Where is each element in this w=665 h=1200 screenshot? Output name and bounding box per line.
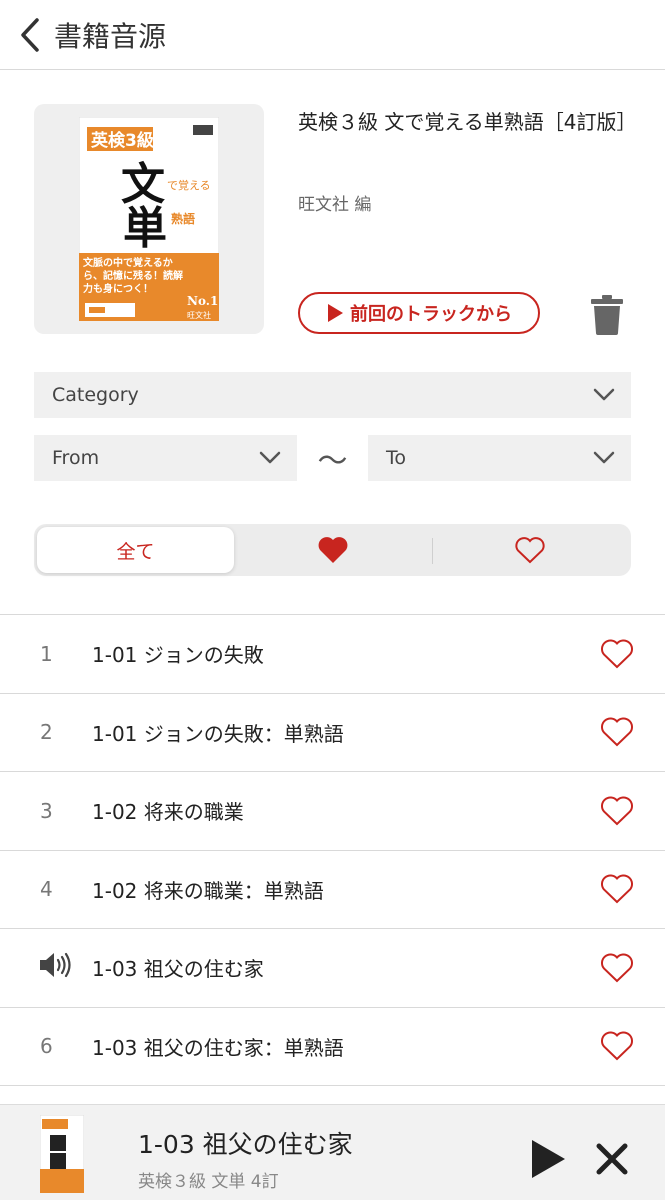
segment-all[interactable]: 全て xyxy=(37,527,234,573)
from-select[interactable]: From xyxy=(34,435,297,481)
back-button[interactable] xyxy=(8,13,52,57)
category-select[interactable]: Category xyxy=(34,372,631,418)
cover-blurb: 文脈の中で覚えるから、記憶に残る！読解力も身につく！ xyxy=(83,258,183,295)
track-title: 1-01 ジョンの失敗：単熟語 xyxy=(92,721,344,746)
category-select-label: Category xyxy=(52,384,139,406)
track-title: 1-03 祖父の住む家：単熟語 xyxy=(92,1035,344,1060)
track-number: 3 xyxy=(40,798,53,823)
track-title: 1-02 将来の職業：単熟語 xyxy=(92,878,324,903)
to-select-label: To xyxy=(386,447,407,469)
track-number: 4 xyxy=(40,877,53,902)
range-separator: ～ xyxy=(317,444,348,479)
close-player-button[interactable] xyxy=(592,1139,632,1179)
close-icon xyxy=(596,1143,628,1175)
heart-outline-icon xyxy=(514,537,545,564)
heart-outline-icon xyxy=(601,717,633,747)
book-author: 旺文社 編 xyxy=(298,195,372,215)
favorite-filter-segment: 全て xyxy=(34,524,631,576)
heart-outline-icon xyxy=(601,874,633,904)
delete-button[interactable] xyxy=(586,292,628,338)
play-icon xyxy=(532,1140,565,1178)
heart-filled-icon xyxy=(318,537,347,563)
chevron-left-icon xyxy=(21,17,39,52)
track-row[interactable]: 4 1-02 将来の職業：単熟語 xyxy=(0,851,665,929)
segment-favorites[interactable] xyxy=(234,527,431,573)
track-title: 1-02 将来の職業 xyxy=(92,800,244,825)
track-number: 6 xyxy=(40,1034,53,1059)
now-playing-subtitle: 英検３級 文単 4訂 xyxy=(138,1172,279,1192)
play-button[interactable] xyxy=(528,1137,568,1181)
track-row[interactable]: 3 1-02 将来の職業 xyxy=(0,772,665,851)
favorite-toggle[interactable] xyxy=(599,1028,635,1064)
trash-icon xyxy=(591,295,623,335)
book-cover: 英検3級 文 で覚える 単 熟語 文脈の中で覚えるから、記憶に残る！読解力も身に… xyxy=(34,104,264,334)
segment-divider xyxy=(432,538,433,564)
chevron-down-icon xyxy=(593,451,615,464)
chevron-down-icon xyxy=(593,388,615,401)
nav-header: 書籍音源 xyxy=(0,0,665,70)
cover-side-2: 熟語 xyxy=(171,211,195,226)
cover-publisher: 旺文社 xyxy=(187,310,211,320)
track-number xyxy=(0,951,92,984)
cover-big-2: 単 xyxy=(123,203,167,254)
now-playing-title: 1-03 祖父の住む家 xyxy=(138,1130,353,1159)
track-row-playing[interactable]: 1-03 祖父の住む家 xyxy=(0,929,665,1008)
favorite-toggle[interactable] xyxy=(599,793,635,829)
heart-outline-icon xyxy=(601,639,633,669)
heart-outline-icon xyxy=(601,1031,633,1061)
speaker-icon xyxy=(40,953,71,978)
chevron-down-icon xyxy=(259,451,281,464)
to-select[interactable]: To xyxy=(368,435,631,481)
track-list: 1 1-01 ジョンの失敗 2 1-01 ジョンの失敗：単熟語 3 1-02 将… xyxy=(0,614,665,1086)
segment-all-label: 全て xyxy=(116,540,155,563)
heart-outline-icon xyxy=(601,796,633,826)
play-icon xyxy=(328,304,343,322)
segment-non-favorites[interactable] xyxy=(431,527,628,573)
track-number: 1 xyxy=(40,641,53,666)
cover-top-label: 英検3級 xyxy=(91,130,154,151)
favorite-toggle[interactable] xyxy=(599,950,635,986)
player-cover-thumbnail xyxy=(40,1115,84,1193)
page-title: 書籍音源 xyxy=(54,19,167,53)
track-row[interactable]: 1 1-01 ジョンの失敗 xyxy=(0,615,665,694)
book-title: 英検３級 文で覚える単熟語［4訂版］ xyxy=(298,110,637,134)
resume-label: 前回のトラックから xyxy=(350,304,512,325)
track-title: 1-01 ジョンの失敗 xyxy=(92,643,264,668)
track-number: 2 xyxy=(40,720,53,745)
favorite-toggle[interactable] xyxy=(599,714,635,750)
heart-outline-icon xyxy=(601,953,633,983)
track-row[interactable]: 2 1-01 ジョンの失敗：単熟語 xyxy=(0,694,665,772)
track-row[interactable]: 6 1-03 祖父の住む家：単熟語 xyxy=(0,1008,665,1086)
mini-player[interactable]: 1-03 祖父の住む家 英検３級 文単 4訂 xyxy=(0,1104,665,1200)
favorite-toggle[interactable] xyxy=(599,871,635,907)
favorite-toggle[interactable] xyxy=(599,636,635,672)
track-title: 1-03 祖父の住む家 xyxy=(92,957,264,982)
book-cover-image: 英検3級 文 で覚える 単 熟語 文脈の中で覚えるから、記憶に残る！読解力も身に… xyxy=(79,117,219,321)
cover-side-1: で覚える xyxy=(167,179,211,192)
from-select-label: From xyxy=(52,447,100,469)
cover-badge: No.1 xyxy=(187,294,218,308)
resume-last-track-button[interactable]: 前回のトラックから xyxy=(298,292,540,334)
